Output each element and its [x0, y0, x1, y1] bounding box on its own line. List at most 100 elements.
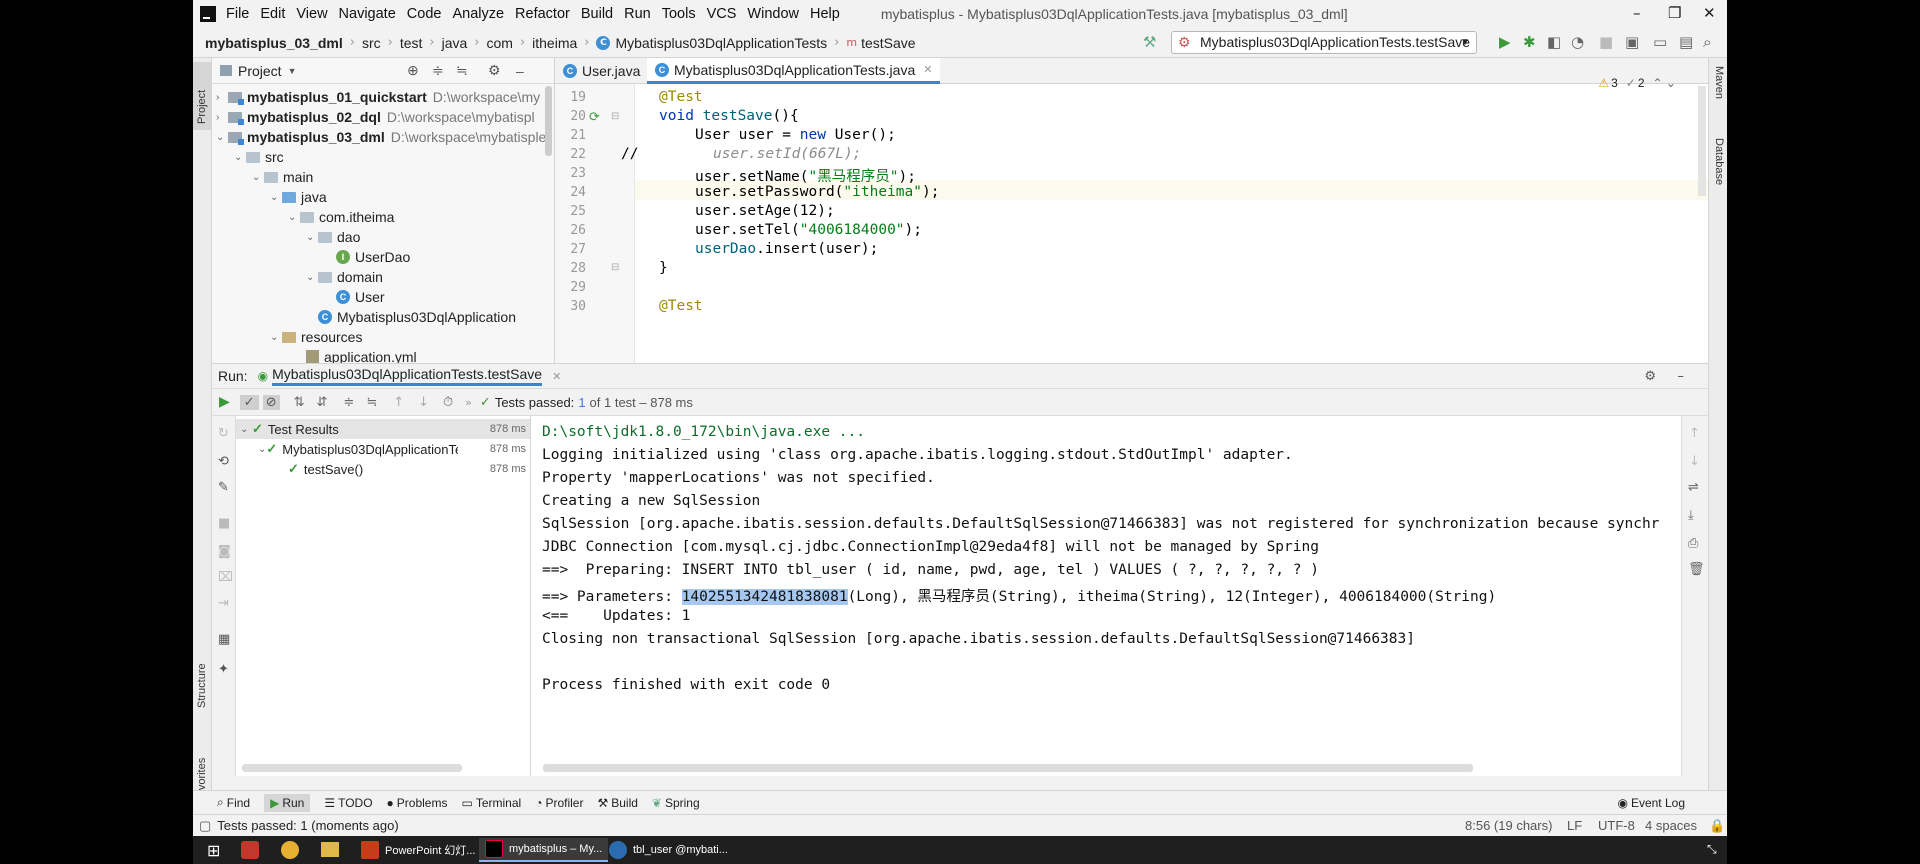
taskbar-item-powerpoint[interactable]: PowerPoint 幻灯... [355, 838, 481, 862]
taskbar-item-datagrip[interactable]: tbl_user @mybati... [603, 838, 734, 862]
sort-duration-icon[interactable]: ⇵ [317, 395, 328, 410]
menu-edit[interactable]: Edit [260, 6, 285, 22]
tree-item-application-yml[interactable]: application.yml [306, 347, 417, 363]
maven-tool-tab[interactable]: Maven [1713, 66, 1725, 99]
breadcrumb-java[interactable]: java [442, 35, 468, 51]
menu-help[interactable]: Help [810, 6, 840, 22]
settings-sync-icon[interactable]: ▤ [1679, 33, 1693, 51]
database-tool-tab[interactable]: Database [1713, 138, 1725, 185]
scroll-up-icon[interactable]: ↑ [1689, 426, 1700, 441]
rerun-icon[interactable]: ▶ [219, 394, 230, 410]
status-message[interactable]: Tests passed: 1 (moments ago) [217, 818, 398, 833]
show-passed-icon[interactable]: ✓ [239, 394, 259, 410]
indent-setting[interactable]: 4 spaces [1645, 818, 1697, 833]
tree-item-main[interactable]: ⌄ main [252, 167, 313, 187]
tree-item-resources[interactable]: ⌄ resources [270, 327, 362, 347]
editor-scrollbar[interactable] [1698, 86, 1706, 196]
tree-item-module-01[interactable]: › mybatisplus_01_quickstart D:\workspace\m… [216, 87, 540, 107]
project-tool-tab[interactable]: Project [196, 90, 208, 124]
stop-icon[interactable]: ■ [218, 516, 230, 531]
rerun-failed-icon[interactable]: ↻ [218, 426, 229, 441]
prev-failed-icon[interactable]: ↑ [393, 395, 404, 410]
tool-tab-run[interactable]: ▶ Run [264, 793, 311, 812]
tool-tab-event-log[interactable]: ◉ Event Log [1617, 796, 1685, 810]
tool-tab-terminal[interactable]: ▭ Terminal [461, 796, 521, 810]
caret-position[interactable]: 8:56 (19 chars) [1465, 818, 1552, 833]
menu-vcs[interactable]: VCS [707, 6, 737, 22]
line-separator[interactable]: LF [1567, 818, 1582, 833]
camera-icon[interactable]: ◙ [218, 544, 231, 559]
code-editor[interactable]: C User.java C Mybatisplus03DqlApplicationT… [555, 58, 1708, 363]
collapse-all-icon[interactable]: ≒ [456, 62, 468, 79]
tree-item-module-02[interactable]: › mybatisplus_02_dql D:\workspace\mybatisp… [216, 107, 535, 127]
soft-wrap-icon[interactable]: ⇌ [1688, 480, 1699, 495]
menu-window[interactable]: Window [747, 6, 799, 22]
menu-build[interactable]: Build [581, 6, 613, 22]
tree-item-dao[interactable]: ⌄ dao [306, 227, 360, 247]
tree-item-java[interactable]: ⌄ java [270, 187, 327, 207]
chrome-icon[interactable] [281, 841, 299, 859]
menu-analyze[interactable]: Analyze [452, 6, 504, 22]
close-window-icon[interactable]: ✕ [1703, 4, 1716, 22]
tool-tab-find[interactable]: ⌕ Find [217, 795, 250, 810]
tool-tab-profiler[interactable]: ◔ Profiler [535, 796, 583, 810]
coverage-icon[interactable]: ◧ [1547, 33, 1561, 51]
tree-item-userdao[interactable]: I UserDao [336, 247, 410, 267]
app-icon[interactable] [241, 841, 259, 859]
stop-icon[interactable]: ■ [1599, 33, 1613, 51]
breadcrumb-project[interactable]: mybatisplus_03_dml [205, 35, 343, 51]
menu-navigate[interactable]: Navigate [339, 6, 396, 22]
import-icon[interactable]: ⇥ [218, 596, 229, 611]
next-failed-icon[interactable]: ↓ [418, 395, 429, 410]
tree-item-package[interactable]: ⌄ com.itheima [288, 207, 394, 227]
minimize-icon[interactable]: – [1633, 4, 1641, 22]
tree-item-domain[interactable]: ⌄ domain [306, 267, 383, 287]
breadcrumb-test[interactable]: test [400, 35, 423, 51]
run-icon[interactable]: ▶ [1499, 33, 1511, 51]
tab-user-java[interactable]: C User.java [555, 58, 648, 84]
history-icon[interactable]: ⏱ [443, 395, 453, 410]
show-ignored-icon[interactable]: ⊘ [262, 394, 280, 410]
tab-tests-java[interactable]: C Mybatisplus03DqlApplicationTests.java ✕ [647, 58, 941, 84]
toggle-auto-test-icon[interactable]: ⟲ [218, 454, 229, 469]
gear-icon[interactable]: ⚙ [1644, 369, 1656, 384]
project-panel-title[interactable]: Project [238, 63, 282, 79]
scroll-to-end-icon[interactable]: ⤓ [1688, 508, 1694, 523]
gear-icon[interactable]: ⚙ [488, 62, 501, 79]
breadcrumb-com[interactable]: com [486, 35, 512, 51]
tray-arrow-icon[interactable]: ⤡ [1707, 842, 1717, 857]
maximize-icon[interactable]: ❐ [1668, 4, 1681, 22]
tool-tab-spring[interactable]: ❦ Spring [652, 796, 700, 810]
breadcrumb-itheima[interactable]: itheima [532, 35, 577, 51]
test-method-item[interactable]: ✓ testSave() [288, 459, 363, 479]
menu-refactor[interactable]: Refactor [515, 6, 570, 22]
test-class-item[interactable]: ⌄ ✓ Mybatisplus03DqlApplicationTe [258, 439, 458, 459]
project-scrollbar[interactable] [545, 86, 552, 156]
expand-all-icon[interactable]: ≑ [432, 62, 444, 79]
expand-all-icon[interactable]: ≑ [343, 395, 354, 410]
debug-icon[interactable]: ✱ [1523, 33, 1536, 51]
print-icon[interactable]: ⎙ [1688, 536, 1698, 551]
tests-passed-count[interactable]: 1 [578, 395, 585, 410]
file-explorer-icon[interactable] [321, 842, 339, 857]
status-bar-toggle-icon[interactable]: ▢ [199, 818, 211, 834]
selected-id-text[interactable]: 1402551342481838081 [681, 589, 848, 605]
wrench-icon[interactable]: ✎ [218, 480, 229, 495]
sort-alpha-icon[interactable]: ⇅ [294, 395, 305, 410]
file-encoding[interactable]: UTF-8 [1598, 818, 1635, 833]
tool-tab-problems[interactable]: ● Problems [387, 796, 448, 810]
trash-icon[interactable]: 🗑 [1688, 562, 1705, 577]
build-hammer-icon[interactable]: ⚒ [1143, 33, 1156, 51]
tree-item-user[interactable]: C User [336, 287, 385, 307]
lock-icon[interactable]: 🔒 [1709, 818, 1725, 834]
tool-tab-build[interactable]: ⚒ Build [597, 796, 637, 810]
hide-icon[interactable]: – [1678, 369, 1685, 384]
inspection-widget[interactable]: ⚠ 3 ✓ 2 ⌃ ⌄ [1598, 76, 1676, 90]
more-icon[interactable]: » [465, 396, 472, 409]
vcs-icon[interactable]: ▣ [1625, 33, 1639, 51]
run-tab[interactable]: Mybatisplus03DqlApplicationTests.testSav… [272, 366, 543, 386]
run-configuration-select[interactable]: ⚙ Mybatisplus03DqlApplicationTests.testS… [1171, 31, 1477, 54]
tree-item-src[interactable]: ⌄ src [234, 147, 284, 167]
tool-tab-todo[interactable]: ☰ TODO [324, 796, 372, 810]
results-horizontal-scrollbar[interactable] [242, 764, 462, 772]
